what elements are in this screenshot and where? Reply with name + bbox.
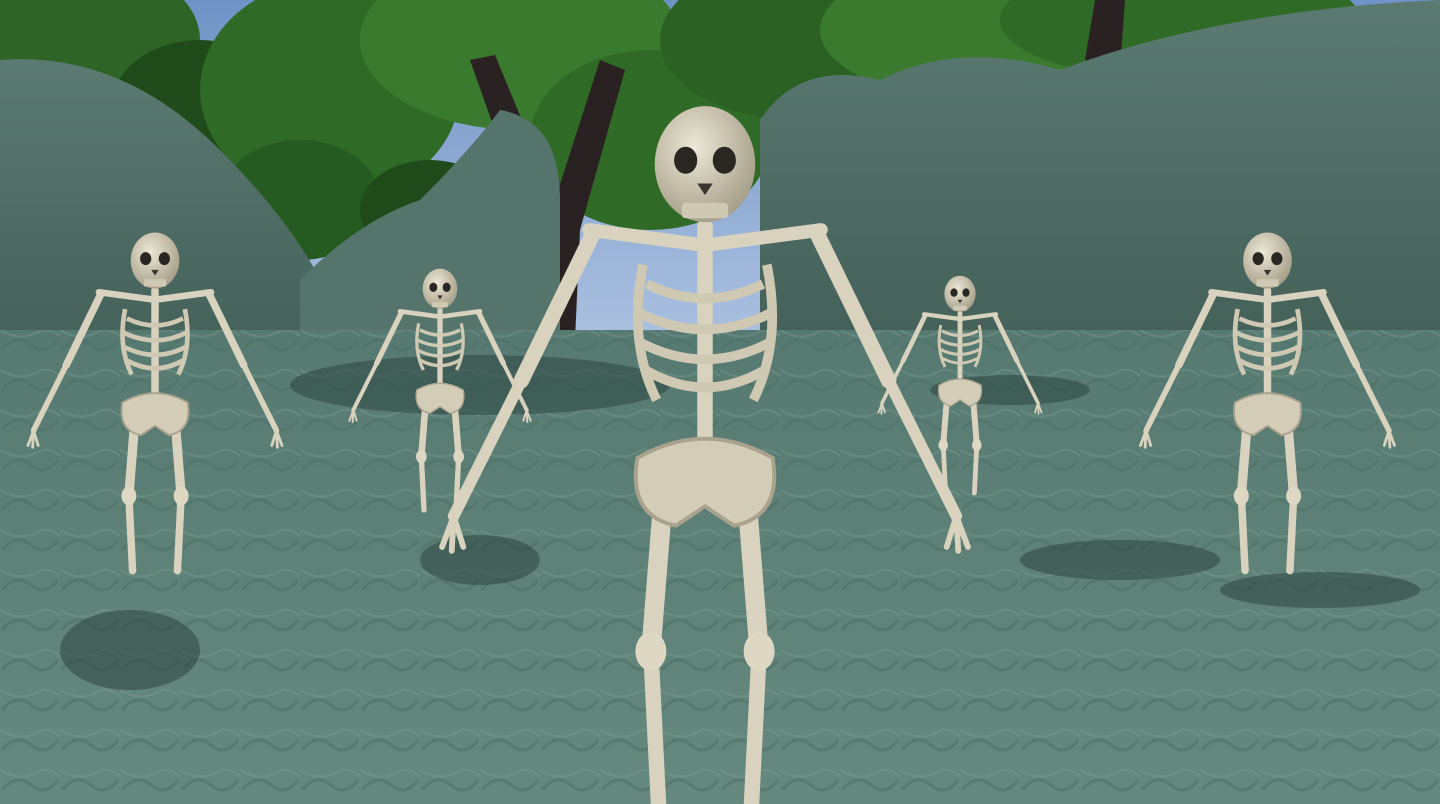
scene-canvas [0, 0, 1440, 804]
game-viewport[interactable] [0, 0, 1440, 804]
